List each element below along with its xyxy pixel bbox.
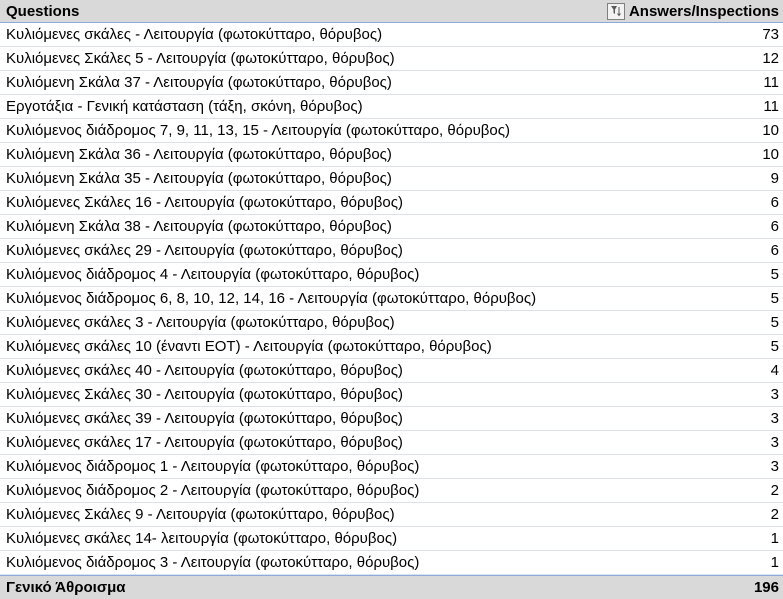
question-cell: Κυλιόμενος διάδρομος 6, 8, 10, 12, 14, 1…: [6, 290, 537, 307]
table-row[interactable]: Κυλιόμενη Σκάλα 38 - Λειτουργία (φωτοκύτ…: [0, 215, 783, 239]
table-row[interactable]: Κυλιόμενες Σκάλες 9 - Λειτουργία (φωτοκύ…: [0, 503, 783, 527]
pivot-table: Questions Answers/Inspections Κυλιόμενες…: [0, 0, 783, 599]
question-cell: Κυλιόμενος διάδρομος 1 - Λειτουργία (φωτ…: [6, 458, 420, 475]
table-row[interactable]: Κυλιόμενος διάδρομος 7, 9, 11, 13, 15 - …: [0, 119, 783, 143]
filter-sort-icon[interactable]: [606, 2, 625, 20]
question-cell: Κυλιόμενες σκάλες 3 - Λειτουργία (φωτοκύ…: [6, 314, 395, 331]
table-row[interactable]: Κυλιόμενες Σκάλες 30 - Λειτουργία (φωτοκ…: [0, 383, 783, 407]
rows-container: Κυλιόμενες σκάλες - Λειτουργία (φωτοκύττ…: [0, 23, 783, 575]
table-row[interactable]: Κυλιόμενες σκάλες 17 - Λειτουργία (φωτοκ…: [0, 431, 783, 455]
question-cell: Κυλιόμενος διάδρομος 7, 9, 11, 13, 15 - …: [6, 122, 510, 139]
count-cell: 6: [770, 218, 779, 235]
table-row[interactable]: Κυλιόμενος διάδρομος 2 - Λειτουργία (φωτ…: [0, 479, 783, 503]
count-cell: 4: [770, 362, 779, 379]
table-row[interactable]: Κυλιόμενη Σκάλα 37 - Λειτουργία (φωτοκύτ…: [0, 71, 783, 95]
question-cell: Κυλιόμενες σκάλες 39 - Λειτουργία (φωτοκ…: [6, 410, 403, 427]
header-row: Questions Answers/Inspections: [0, 0, 783, 23]
count-cell: 5: [770, 314, 779, 331]
grand-total-value: 196: [753, 579, 779, 596]
count-cell: 12: [762, 50, 779, 67]
table-row[interactable]: Κυλιόμενος διάδρομος 4 - Λειτουργία (φωτ…: [0, 263, 783, 287]
question-cell: Κυλιόμενες Σκάλες 16 - Λειτουργία (φωτοκ…: [6, 194, 403, 211]
question-cell: Κυλιόμενες σκάλες - Λειτουργία (φωτοκύττ…: [6, 26, 383, 43]
count-cell: 1: [770, 554, 779, 571]
table-row[interactable]: Κυλιόμενες σκάλες 39 - Λειτουργία (φωτοκ…: [0, 407, 783, 431]
question-cell: Κυλιόμενες σκάλες 40 - Λειτουργία (φωτοκ…: [6, 362, 403, 379]
question-cell: Κυλιόμενη Σκάλα 38 - Λειτουργία (φωτοκύτ…: [6, 218, 392, 235]
table-row[interactable]: Κυλιόμενες σκάλες 14- λειτουργία (φωτοκύ…: [0, 527, 783, 551]
answers-header[interactable]: Answers/Inspections: [629, 3, 779, 20]
answers-header-group: Answers/Inspections: [606, 2, 783, 20]
table-row[interactable]: Κυλιόμενος διάδρομος 3 - Λειτουργία (φωτ…: [0, 551, 783, 575]
count-cell: 3: [770, 410, 779, 427]
question-cell: Κυλιόμενες σκάλες 29 - Λειτουργία (φωτοκ…: [6, 242, 403, 259]
grand-total-label: Γενικό Άθροισμα: [6, 579, 126, 596]
count-cell: 5: [770, 338, 779, 355]
count-cell: 5: [770, 290, 779, 307]
questions-header[interactable]: Questions: [0, 3, 607, 20]
grand-total-row: Γενικό Άθροισμα 196: [0, 575, 783, 599]
question-cell: Κυλιόμενες Σκάλες 5 - Λειτουργία (φωτοκύ…: [6, 50, 395, 67]
table-row[interactable]: Εργοτάξια - Γενική κατάσταση (τάξη, σκόν…: [0, 95, 783, 119]
question-cell: Κυλιόμενες Σκάλες 30 - Λειτουργία (φωτοκ…: [6, 386, 403, 403]
count-cell: 10: [762, 146, 779, 163]
table-row[interactable]: Κυλιόμενες σκάλες 29 - Λειτουργία (φωτοκ…: [0, 239, 783, 263]
question-cell: Κυλιόμενη Σκάλα 37 - Λειτουργία (φωτοκύτ…: [6, 74, 392, 91]
count-cell: 2: [770, 482, 779, 499]
table-row[interactable]: Κυλιόμενη Σκάλα 36 - Λειτουργία (φωτοκύτ…: [0, 143, 783, 167]
table-row[interactable]: Κυλιόμενες σκάλες 3 - Λειτουργία (φωτοκύ…: [0, 311, 783, 335]
table-row[interactable]: Κυλιόμενες σκάλες 10 (έναντι ΕΟΤ) - Λειτ…: [0, 335, 783, 359]
question-cell: Κυλιόμενες σκάλες 17 - Λειτουργία (φωτοκ…: [6, 434, 403, 451]
count-cell: 3: [770, 434, 779, 451]
question-cell: Κυλιόμενος διάδρομος 2 - Λειτουργία (φωτ…: [6, 482, 420, 499]
count-cell: 73: [762, 26, 779, 43]
count-cell: 11: [763, 74, 779, 91]
question-cell: Κυλιόμενος διάδρομος 3 - Λειτουργία (φωτ…: [6, 554, 420, 571]
table-row[interactable]: Κυλιόμενες σκάλες - Λειτουργία (φωτοκύττ…: [0, 23, 783, 47]
table-row[interactable]: Κυλιόμενες σκάλες 40 - Λειτουργία (φωτοκ…: [0, 359, 783, 383]
count-cell: 2: [770, 506, 779, 523]
count-cell: 10: [762, 122, 779, 139]
question-cell: Κυλιόμενες Σκάλες 9 - Λειτουργία (φωτοκύ…: [6, 506, 395, 523]
table-row[interactable]: Κυλιόμενες Σκάλες 5 - Λειτουργία (φωτοκύ…: [0, 47, 783, 71]
count-cell: 6: [770, 242, 779, 259]
count-cell: 6: [770, 194, 779, 211]
question-cell: Κυλιόμενη Σκάλα 36 - Λειτουργία (φωτοκύτ…: [6, 146, 392, 163]
question-cell: Κυλιόμενος διάδρομος 4 - Λειτουργία (φωτ…: [6, 266, 420, 283]
table-row[interactable]: Κυλιόμενος διάδρομος 6, 8, 10, 12, 14, 1…: [0, 287, 783, 311]
count-cell: 9: [770, 170, 779, 187]
question-cell: Κυλιόμενη Σκάλα 35 - Λειτουργία (φωτοκύτ…: [6, 170, 392, 187]
question-cell: Εργοτάξια - Γενική κατάσταση (τάξη, σκόν…: [6, 98, 363, 115]
count-cell: 5: [770, 266, 779, 283]
count-cell: 1: [770, 530, 779, 547]
count-cell: 3: [770, 458, 779, 475]
table-row[interactable]: Κυλιόμενες Σκάλες 16 - Λειτουργία (φωτοκ…: [0, 191, 783, 215]
table-row[interactable]: Κυλιόμενος διάδρομος 1 - Λειτουργία (φωτ…: [0, 455, 783, 479]
question-cell: Κυλιόμενες σκάλες 14- λειτουργία (φωτοκύ…: [6, 530, 398, 547]
count-cell: 3: [770, 386, 779, 403]
question-cell: Κυλιόμενες σκάλες 10 (έναντι ΕΟΤ) - Λειτ…: [6, 338, 492, 355]
table-row[interactable]: Κυλιόμενη Σκάλα 35 - Λειτουργία (φωτοκύτ…: [0, 167, 783, 191]
count-cell: 11: [763, 98, 779, 115]
